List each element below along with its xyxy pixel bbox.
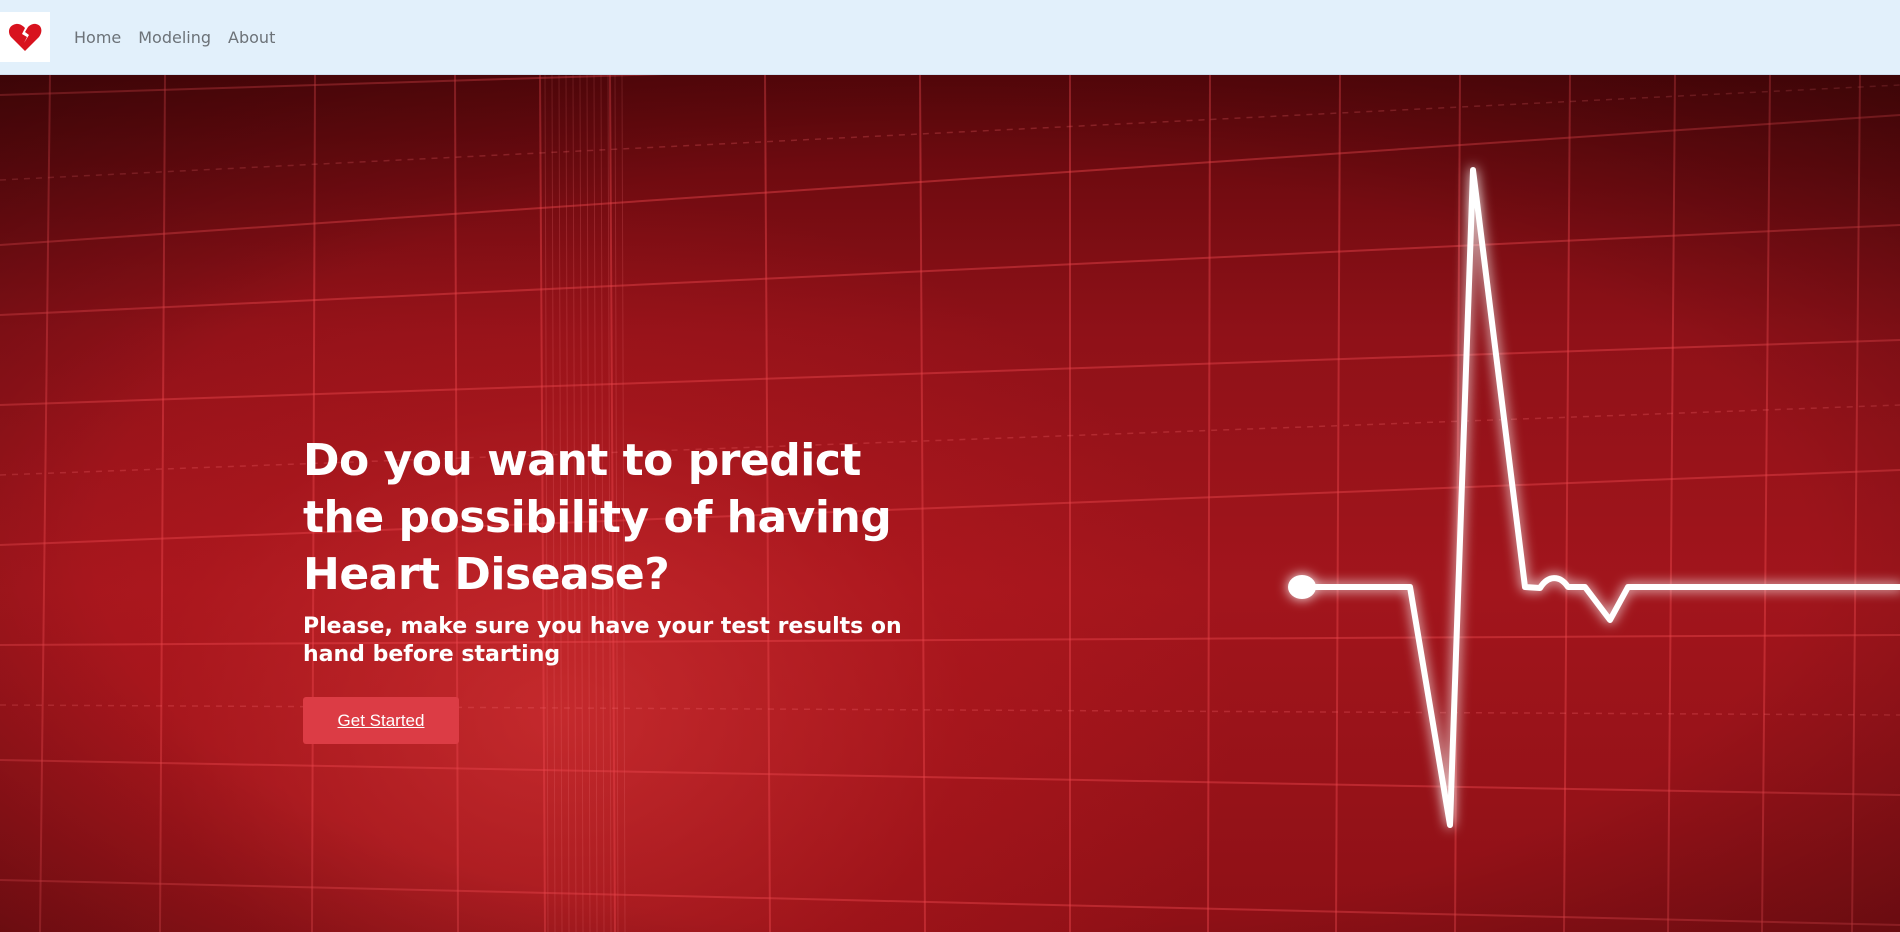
brand-logo[interactable] (0, 12, 50, 62)
hero-section: Do you want to predict the possibility o… (0, 75, 1900, 932)
nav-link-about[interactable]: About (228, 28, 275, 47)
navbar: Home Modeling About (0, 0, 1900, 75)
hero-title: Do you want to predict the possibility o… (303, 435, 892, 600)
nav-link-modeling[interactable]: Modeling (138, 28, 211, 47)
ecg-background-image (0, 75, 1900, 932)
hero-subtitle: Please, make sure you have your test res… (303, 614, 902, 667)
hero-content: Do you want to predict the possibility o… (303, 432, 943, 744)
broken-heart-icon (8, 23, 42, 51)
get-started-button[interactable]: Get Started (303, 697, 459, 744)
nav-link-home[interactable]: Home (74, 28, 121, 47)
nav-links: Home Modeling About (74, 28, 292, 47)
